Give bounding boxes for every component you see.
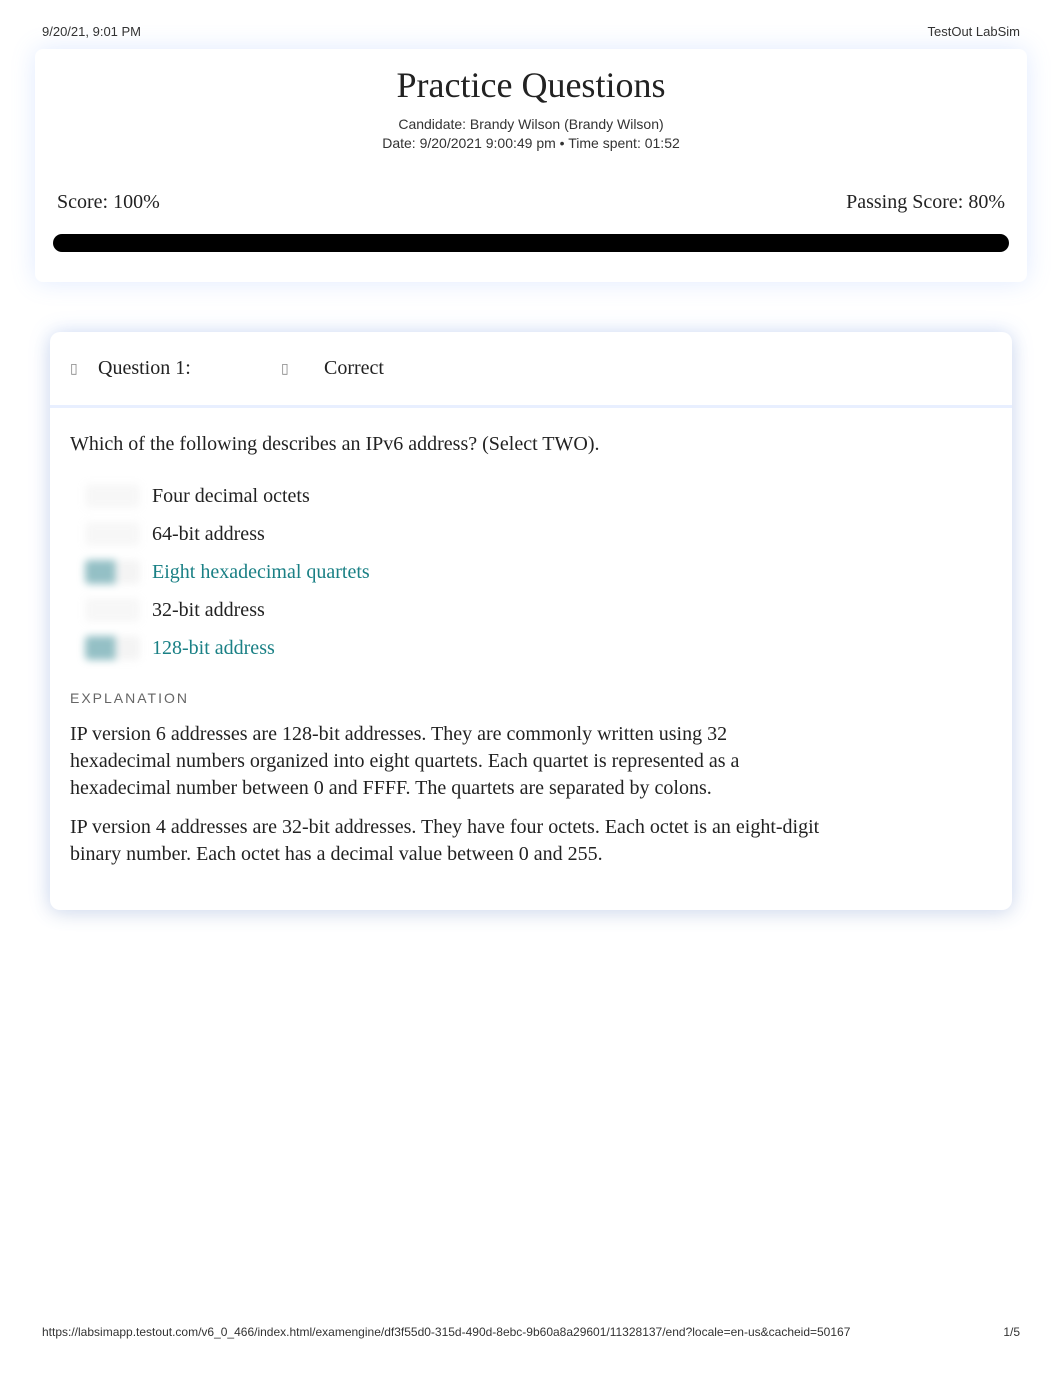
answer-text: Eight hexadecimal quartets [152, 561, 370, 584]
passing-score: Passing Score: 80% [846, 191, 1005, 214]
answer-indicator-icon [85, 560, 140, 584]
question-text: Which of the following describes an IPv6… [70, 433, 992, 456]
question-body: Which of the following describes an IPv6… [50, 408, 1012, 868]
answer-indicator-icon [85, 484, 140, 508]
print-app-name: TestOut LabSim [928, 24, 1021, 39]
expand-icon: ▯ [70, 360, 80, 377]
answer-indicator-icon [85, 598, 140, 622]
answer-list: Four decimal octets 64-bit address Eight… [85, 484, 992, 660]
answer-indicator-icon [85, 636, 140, 660]
answer-option: Four decimal octets [85, 484, 992, 508]
date-info: Date: 9/20/2021 9:00:49 pm • Time spent:… [35, 135, 1027, 151]
explanation-paragraph: IP version 6 addresses are 128-bit addre… [70, 721, 830, 802]
page-print-header: 9/20/21, 9:01 PM TestOut LabSim [0, 0, 1062, 49]
candidate-info: Candidate: Brandy Wilson (Brandy Wilson) [35, 116, 1027, 132]
score-value: Score: 100% [57, 191, 160, 214]
question-card: ▯ Question 1: ▯ Correct Which of the fol… [50, 332, 1012, 910]
answer-option: 32-bit address [85, 598, 992, 622]
answer-option: 128-bit address [85, 636, 992, 660]
summary-panel: Practice Questions Candidate: Brandy Wil… [35, 49, 1027, 282]
answer-text: 32-bit address [152, 599, 265, 622]
answer-indicator-icon [85, 522, 140, 546]
answer-text: 128-bit address [152, 637, 275, 660]
page-print-footer: https://labsimapp.testout.com/v6_0_466/i… [0, 1325, 1062, 1339]
explanation-paragraph: IP version 4 addresses are 32-bit addres… [70, 814, 830, 868]
footer-url: https://labsimapp.testout.com/v6_0_466/i… [42, 1325, 850, 1339]
score-progress-bar [53, 234, 1009, 252]
question-header[interactable]: ▯ Question 1: ▯ Correct [50, 332, 1012, 408]
status-icon: ▯ [281, 360, 291, 377]
score-row: Score: 100% Passing Score: 80% [35, 191, 1027, 214]
answer-option: 64-bit address [85, 522, 992, 546]
footer-page-number: 1/5 [1003, 1325, 1020, 1339]
answer-text: Four decimal octets [152, 485, 310, 508]
question-status: Correct [324, 357, 384, 380]
print-timestamp: 9/20/21, 9:01 PM [42, 24, 141, 39]
explanation-heading: EXPLANATION [70, 690, 992, 706]
answer-text: 64-bit address [152, 523, 265, 546]
answer-option: Eight hexadecimal quartets [85, 560, 992, 584]
page-title: Practice Questions [35, 64, 1027, 106]
question-number: Question 1: [98, 357, 263, 380]
